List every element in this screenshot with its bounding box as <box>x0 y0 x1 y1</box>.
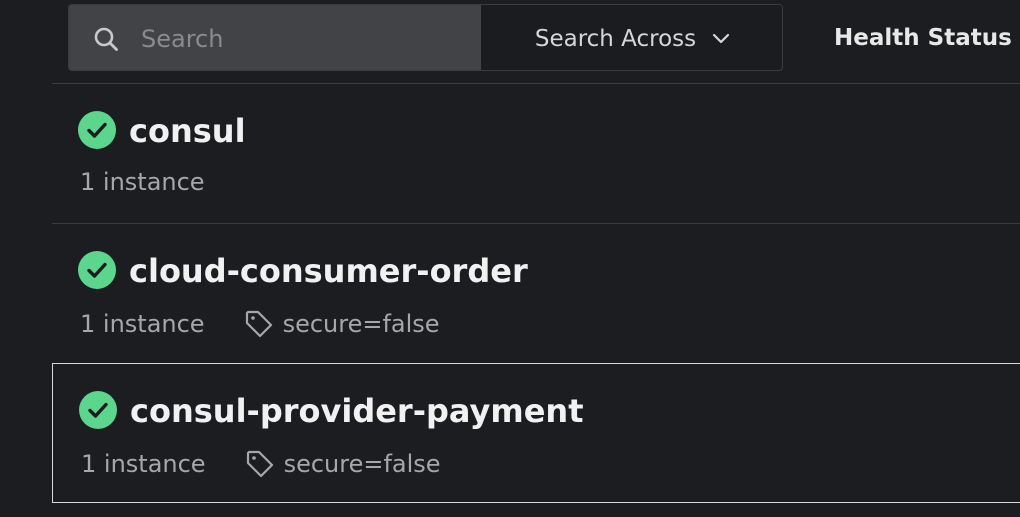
tag-label: secure=false <box>282 310 440 338</box>
search-across-dropdown[interactable]: Search Across <box>481 5 782 70</box>
search-across-label: Search Across <box>534 25 697 52</box>
service-tag: secure=false <box>244 448 441 480</box>
instance-count: 1 instance <box>80 310 205 338</box>
tag-icon <box>246 450 273 478</box>
tag-icon <box>245 310 272 338</box>
search-icon <box>94 27 118 51</box>
service-row[interactable]: consul 1 instance <box>52 83 1020 223</box>
service-meta: 1 instance secure=false <box>80 308 440 340</box>
search-input[interactable] <box>129 5 481 70</box>
chevron-down-icon <box>713 33 730 43</box>
check-circle-icon <box>78 111 116 149</box>
search-bar: Search Across <box>68 4 783 71</box>
services-page: Search Across Health Status consul 1 ins… <box>0 0 1020 517</box>
service-name[interactable]: consul <box>129 112 246 150</box>
service-row[interactable]: consul-provider-payment 1 instance secur… <box>52 363 1020 503</box>
health-status-label: Health Status <box>834 24 1012 51</box>
service-list: consul 1 instance cloud-consumer-order 1… <box>52 83 1020 503</box>
search-field[interactable] <box>69 5 481 70</box>
service-tag: secure=false <box>243 308 440 340</box>
check-circle-icon <box>78 251 116 289</box>
instance-count: 1 instance <box>80 168 205 196</box>
filter-toolbar: Search Across Health Status <box>68 4 1020 73</box>
instance-count: 1 instance <box>81 450 206 478</box>
service-meta: 1 instance secure=false <box>81 448 441 480</box>
service-name[interactable]: consul-provider-payment <box>130 392 583 430</box>
check-circle-icon <box>79 391 117 429</box>
tag-label: secure=false <box>283 450 441 478</box>
health-status-dropdown[interactable]: Health Status <box>834 4 1020 71</box>
service-row[interactable]: cloud-consumer-order 1 instance secure=f… <box>52 223 1020 363</box>
service-meta: 1 instance <box>80 168 205 196</box>
service-name[interactable]: cloud-consumer-order <box>129 252 528 290</box>
